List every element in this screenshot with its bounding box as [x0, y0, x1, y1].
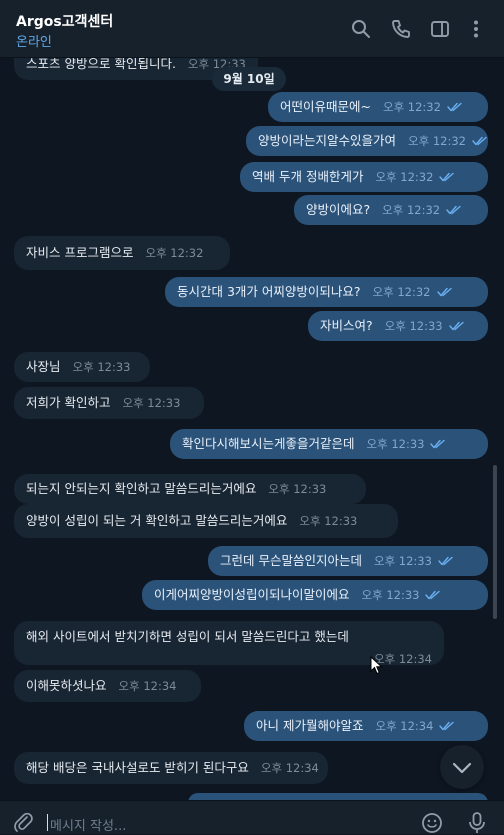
- read-check-icon: [439, 721, 455, 731]
- message-incoming[interactable]: 되는지 안되는지 확인하고 말씀드리는거에요 오후 12:33: [14, 474, 366, 504]
- message-text: 그런데 무슨말씀인지아는데: [220, 553, 362, 568]
- message-text: 양방이라는지알수있을가여: [258, 133, 397, 148]
- message-text: 해당 배당은 국내사설로도 받히기 된다구요: [26, 760, 249, 775]
- message-incoming[interactable]: 해당 배당은 국내사설로도 받히기 된다구요 오후 12:34: [14, 752, 328, 784]
- read-check-icon: [425, 590, 441, 600]
- message-time: 오후 12:34: [260, 761, 319, 775]
- search-icon[interactable]: [350, 18, 372, 40]
- chat-status: 온라인: [16, 35, 52, 50]
- phone-icon[interactable]: [390, 18, 412, 40]
- scrollbar[interactable]: [493, 465, 497, 619]
- message-time: 오후 12:33: [366, 437, 425, 451]
- message-incoming[interactable]: 사장님 오후 12:33: [14, 352, 150, 382]
- message-outgoing[interactable]: 아니 제가뭘해야알죠 오후 12:34: [244, 711, 488, 741]
- mic-icon[interactable]: [466, 811, 488, 835]
- read-check-icon: [447, 102, 462, 112]
- message-incoming[interactable]: 자비스 프로그램으로 오후 12:32: [14, 236, 230, 270]
- chevron-down-icon: [452, 762, 472, 774]
- message-time: 오후 12:33: [384, 319, 443, 333]
- message-outgoing[interactable]: 확인다시해보시는게좋을거같은데 오후 12:33: [170, 429, 488, 459]
- message-outgoing[interactable]: 그런데 무슨말씀인지아는데 오후 12:33: [208, 546, 488, 576]
- message-outgoing[interactable]: 어떤이유때문에~ 오후 12:32: [268, 92, 488, 122]
- message-outgoing[interactable]: 동시간대 3개가 어찌양방이되나요? 오후 12:32: [165, 277, 488, 307]
- message-text: 확인다시해보시는게좋을거같은데: [182, 436, 355, 451]
- message-incoming[interactable]: 양방이 성립이 되는 거 확인하고 말씀드리는거에요 오후 12:33: [14, 504, 398, 538]
- message-time: 오후 12:32: [145, 246, 204, 260]
- text-caret: [47, 814, 48, 831]
- message-text: 동시간대 3개가 어찌양방이되나요?: [177, 284, 361, 299]
- message-text: 양방이에요?: [306, 202, 371, 217]
- message-text: 해외 사이트에서 받치기하면 성립이 되서 말씀드린다고 했는데: [26, 629, 349, 644]
- message-outgoing[interactable]: 양방이라는지알수있을가여 오후 12:32: [246, 126, 488, 156]
- message-time: 오후 12:32: [382, 100, 441, 114]
- message-list[interactable]: 스포츠 양방으로 확인됩니다. 오후 12:33 9월 10일 어떤이유때문에~ 오…: [0, 58, 504, 800]
- message-outgoing[interactable]: 이게어찌양방이성립이되나이말이에요 오후 12:33: [142, 580, 488, 610]
- message-time: 오후 12:33: [72, 360, 131, 374]
- message-text: 저희가 확인하고: [26, 395, 111, 410]
- scroll-to-bottom-button[interactable]: [440, 745, 484, 789]
- message-outgoing[interactable]: 역배 두개 정배한게가 오후 12:32: [240, 162, 488, 192]
- read-check-icon: [436, 287, 452, 297]
- message-composer: 메시지 작성...: [0, 800, 504, 834]
- message-time: 오후 12:34: [375, 719, 434, 733]
- message-time: 오후 12:34: [118, 679, 177, 693]
- message-time: 오후 12:32: [408, 134, 466, 148]
- sidebar-toggle-icon[interactable]: [429, 18, 451, 40]
- message-time: 오후 12:32: [375, 170, 434, 184]
- message-text: 스포츠 양방으로 확인됩니다.: [26, 58, 176, 71]
- read-check-icon: [430, 439, 446, 449]
- message-incoming[interactable]: 이해못하셧나요 오후 12:34: [14, 670, 201, 702]
- read-check-icon: [438, 556, 453, 566]
- read-check-icon: [448, 321, 464, 331]
- message-time: 오후 12:33: [361, 588, 420, 602]
- message-text: 아니 제가뭘해야알죠: [256, 718, 364, 733]
- message-outgoing-partial[interactable]: [188, 793, 488, 800]
- message-time: 오후 12:33: [268, 482, 327, 496]
- read-check-icon: [472, 136, 487, 146]
- message-incoming[interactable]: 저희가 확인하고 오후 12:33: [14, 387, 204, 419]
- message-text: 이해못하셧나요: [26, 678, 107, 693]
- read-check-icon: [439, 172, 455, 182]
- message-text: 역배 두개 정배한게가: [252, 169, 364, 184]
- message-outgoing[interactable]: 양방이에요? 오후 12:32: [294, 195, 488, 225]
- message-text: 자비스여?: [320, 318, 373, 333]
- date-separator: 9월 10일: [212, 67, 286, 91]
- more-vertical-icon[interactable]: [465, 18, 487, 40]
- message-text: 되는지 안되는지 확인하고 말씀드리는거에요: [26, 481, 257, 496]
- message-time: 오후 12:32: [382, 203, 441, 217]
- message-time: 오후 12:32: [372, 285, 431, 299]
- message-text: 이게어찌양방이성립이되나이말이에요: [154, 587, 350, 602]
- attach-icon[interactable]: [12, 811, 34, 833]
- chat-header: Argos고객센터 온라인: [0, 0, 504, 58]
- message-text: 자비스 프로그램으로: [26, 245, 134, 260]
- message-time: 오후 12:33: [373, 554, 432, 568]
- message-time: 오후 12:33: [299, 514, 358, 528]
- emoji-icon[interactable]: [421, 812, 443, 834]
- chat-title[interactable]: Argos고객센터: [16, 11, 113, 31]
- message-outgoing[interactable]: 자비스여? 오후 12:33: [308, 311, 488, 341]
- message-text: 양방이 성립이 되는 거 확인하고 말씀드리는거에요: [26, 513, 288, 528]
- message-time: 오후 12:33: [122, 396, 181, 410]
- message-input[interactable]: 메시지 작성...: [50, 815, 126, 834]
- message-text: 어떤이유때문에~: [280, 99, 371, 114]
- message-text: 사장님: [26, 359, 61, 374]
- read-check-icon: [446, 205, 461, 215]
- cursor-pointer-icon: [370, 656, 383, 675]
